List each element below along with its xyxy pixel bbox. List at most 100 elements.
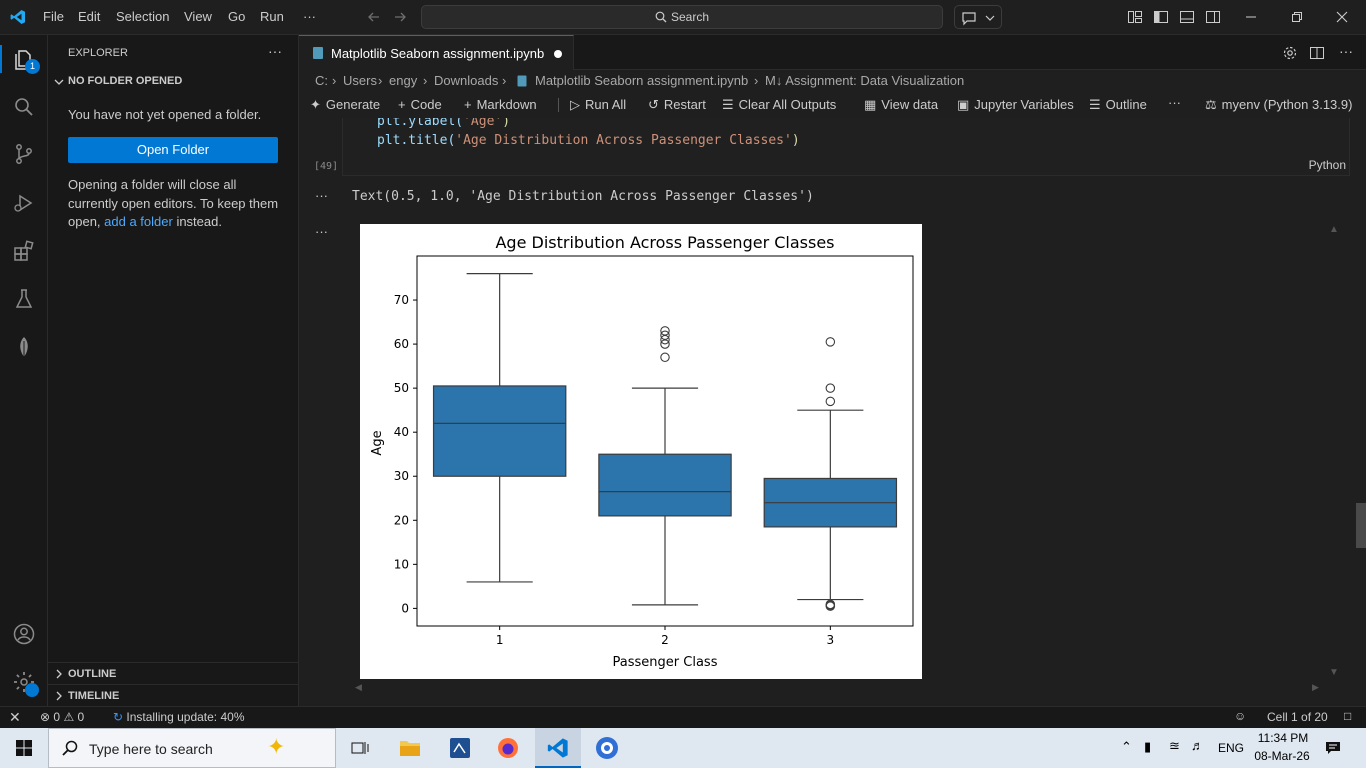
clear-outputs-button[interactable]: ☰ Clear All Outputs bbox=[722, 97, 836, 113]
output-more-button[interactable]: ··· bbox=[315, 188, 328, 203]
divider bbox=[48, 662, 298, 663]
windows-start-icon[interactable] bbox=[16, 740, 32, 756]
scroll-down-arrow-icon[interactable]: ▼ bbox=[1329, 667, 1339, 678]
notification-center-icon[interactable] bbox=[1325, 740, 1341, 756]
taskbar-search-box[interactable]: Type here to search ✦ bbox=[48, 728, 336, 768]
menu-view[interactable]: View bbox=[184, 9, 212, 24]
code-cell[interactable]: plt.ylabel('Age') plt.title('Age Distrib… bbox=[342, 118, 1350, 176]
unsaved-dot-icon[interactable] bbox=[554, 50, 562, 58]
mysql-workbench-icon[interactable] bbox=[449, 737, 471, 759]
open-folder-button[interactable]: Open Folder bbox=[68, 137, 278, 163]
breadcrumb-item[interactable]: Matplotlib Seaborn assignment.ipynb bbox=[535, 73, 748, 88]
command-search-box[interactable]: Search bbox=[421, 5, 943, 29]
toolbar-more-button[interactable]: ··· bbox=[1168, 95, 1181, 110]
outline-button[interactable]: ☰ Outline bbox=[1089, 97, 1147, 113]
menu-edit[interactable]: Edit bbox=[78, 9, 100, 24]
add-folder-link[interactable]: add a folder bbox=[104, 214, 173, 229]
execution-count: [49] bbox=[314, 161, 339, 172]
breadcrumb-item[interactable]: Downloads bbox=[434, 73, 498, 88]
code-line-2[interactable]: plt.title('Age Distribution Across Passe… bbox=[377, 133, 800, 148]
breadcrumb-item[interactable]: Users bbox=[343, 73, 377, 88]
breadcrumb-item[interactable]: engy bbox=[389, 73, 417, 88]
copilot-status-icon[interactable]: ☺ bbox=[1234, 709, 1246, 723]
menu-more[interactable]: ··· bbox=[303, 9, 316, 24]
copilot-button[interactable] bbox=[954, 5, 1002, 29]
no-folder-section[interactable]: NO FOLDER OPENED bbox=[68, 75, 182, 87]
run-all-button[interactable]: ▷ Run All bbox=[570, 97, 626, 113]
customize-layout-icon[interactable] bbox=[1127, 9, 1143, 25]
open-folder-hint: Opening a folder will close all currentl… bbox=[68, 176, 283, 232]
gear-icon[interactable] bbox=[1282, 45, 1298, 61]
menu-selection[interactable]: Selection bbox=[116, 9, 169, 24]
back-arrow-icon[interactable] bbox=[366, 9, 382, 25]
restart-button[interactable]: ↺ Restart bbox=[648, 97, 706, 113]
clock-time[interactable]: 11:34 PM bbox=[1255, 731, 1311, 745]
forward-arrow-icon[interactable] bbox=[392, 9, 408, 25]
leaf-icon[interactable] bbox=[12, 335, 36, 359]
menu-file[interactable]: File bbox=[43, 9, 64, 24]
menu-go[interactable]: Go bbox=[228, 9, 245, 24]
output-more-button[interactable]: ··· bbox=[315, 224, 328, 239]
vscode-taskbar-button[interactable] bbox=[535, 728, 581, 768]
scrollbar-thumb[interactable] bbox=[1356, 503, 1366, 548]
y-tick-label: 50 bbox=[394, 381, 409, 395]
scroll-right-arrow-icon[interactable]: ▶ bbox=[1312, 682, 1319, 693]
notifications-bell-icon[interactable]: □ bbox=[1344, 709, 1351, 723]
toggle-panel-icon[interactable] bbox=[1179, 9, 1195, 25]
activity-bar: 1 bbox=[0, 35, 48, 706]
app-icon[interactable] bbox=[595, 736, 619, 760]
editor-more-button[interactable]: ··· bbox=[1339, 43, 1353, 59]
battery-icon[interactable]: ▮ bbox=[1144, 739, 1151, 755]
notebook-file-icon bbox=[313, 47, 323, 59]
close-window-icon[interactable] bbox=[1334, 9, 1350, 25]
remote-icon[interactable]: ✕ bbox=[9, 709, 21, 726]
chart-title: Age Distribution Across Passenger Classe… bbox=[495, 233, 834, 252]
scroll-up-arrow-icon[interactable]: ▲ bbox=[1329, 224, 1339, 235]
generate-button[interactable]: ✦ Generate bbox=[310, 97, 380, 113]
outline-section[interactable]: OUTLINE bbox=[68, 668, 116, 680]
clock-date[interactable]: 08-Mar-26 bbox=[1251, 749, 1313, 763]
notebook-file-icon bbox=[517, 75, 527, 87]
timeline-section[interactable]: TIMELINE bbox=[68, 690, 119, 702]
toggle-primary-sidebar-icon[interactable] bbox=[1153, 9, 1169, 25]
add-code-button[interactable]: + Code bbox=[398, 97, 442, 112]
view-data-button[interactable]: ▦ View data bbox=[864, 97, 938, 113]
kernel-picker[interactable]: ⚖ myenv (Python 3.13.9) bbox=[1205, 97, 1352, 113]
volume-icon[interactable]: ♬ bbox=[1191, 738, 1204, 753]
show-hidden-icons-chevron-icon[interactable]: ⌃ bbox=[1121, 739, 1132, 755]
problems-indicator[interactable]: ⊗ 0 ⚠ 0 bbox=[40, 710, 84, 724]
file-explorer-icon[interactable] bbox=[399, 738, 421, 758]
wifi-icon[interactable]: ≊ bbox=[1169, 738, 1180, 754]
breadcrumb-item[interactable]: M↓ Assignment: Data Visualization bbox=[765, 73, 964, 88]
extensions-icon[interactable] bbox=[12, 239, 36, 263]
search-box-label: Search bbox=[670, 10, 710, 24]
toggle-secondary-sidebar-icon[interactable] bbox=[1205, 9, 1221, 25]
menu-run[interactable]: Run bbox=[260, 9, 284, 24]
breadcrumb-item[interactable]: C: bbox=[315, 73, 328, 88]
scroll-left-arrow-icon[interactable]: ◀ bbox=[355, 682, 362, 693]
source-control-icon[interactable] bbox=[12, 142, 36, 166]
code-line-1[interactable]: plt.ylabel('Age') bbox=[377, 118, 510, 129]
cell-position[interactable]: Cell 1 of 20 bbox=[1267, 710, 1328, 724]
split-editor-icon[interactable] bbox=[1309, 45, 1325, 61]
cell-language-label[interactable]: Python bbox=[1309, 158, 1346, 172]
account-icon[interactable] bbox=[12, 622, 36, 646]
search-icon[interactable] bbox=[12, 95, 36, 119]
sidebar-more-button[interactable]: ··· bbox=[268, 43, 282, 59]
update-status[interactable]: ↻ Installing update: 40% bbox=[113, 710, 245, 724]
add-markdown-button[interactable]: + Markdown bbox=[464, 97, 537, 112]
language-indicator[interactable]: ENG bbox=[1218, 741, 1244, 755]
restore-icon[interactable] bbox=[1289, 9, 1305, 25]
testing-flask-icon[interactable] bbox=[12, 287, 36, 311]
y-tick-label: 40 bbox=[394, 425, 409, 439]
firefox-icon[interactable] bbox=[497, 737, 519, 759]
tab-notebook[interactable]: Matplotlib Seaborn assignment.ipynb bbox=[299, 35, 574, 70]
minimize-icon[interactable] bbox=[1243, 9, 1259, 25]
task-view-icon[interactable] bbox=[351, 740, 369, 756]
status-bar: ✕ ⊗ 0 ⚠ 0 ↻ Installing update: 40% ☺ Cel… bbox=[0, 706, 1366, 728]
chevron-down-icon bbox=[985, 15, 995, 21]
table-icon: ▦ bbox=[864, 97, 877, 112]
run-debug-icon[interactable] bbox=[12, 191, 36, 215]
output-text: Text(0.5, 1.0, 'Age Distribution Across … bbox=[352, 189, 814, 204]
jupyter-variables-button[interactable]: ▣ Jupyter Variables bbox=[957, 97, 1074, 113]
